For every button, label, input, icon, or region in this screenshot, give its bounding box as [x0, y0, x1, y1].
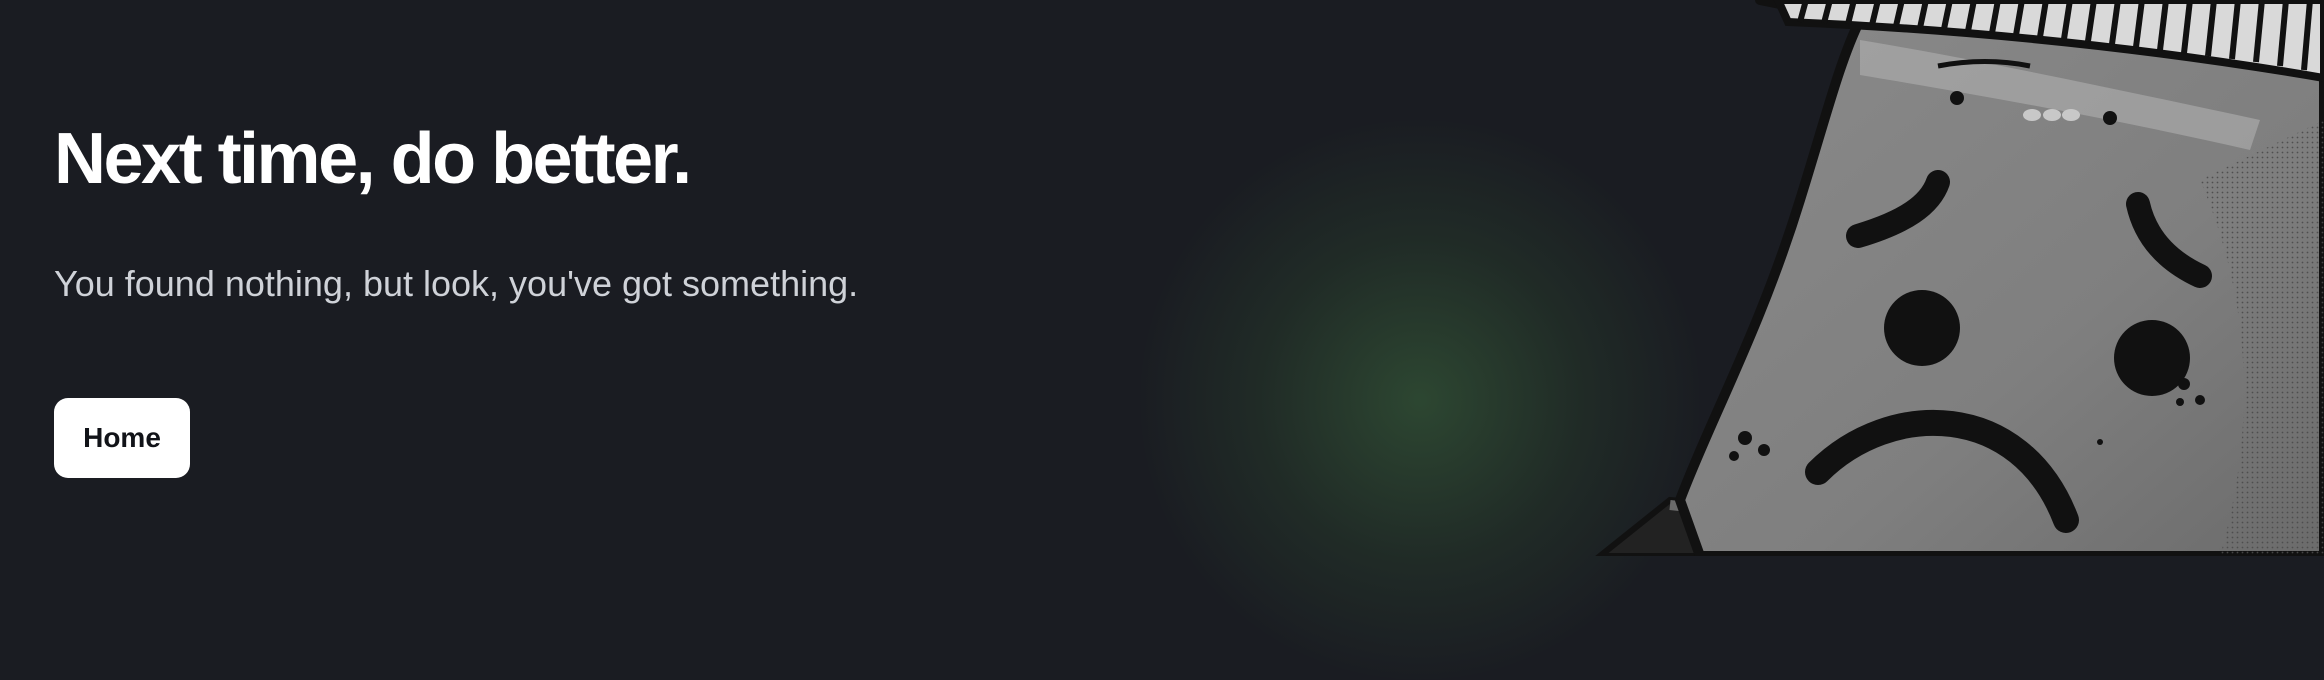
not-found-content: Next time, do better. You found nothing,… [54, 0, 1054, 556]
home-button[interactable]: Home [54, 398, 190, 478]
sad-face-mascot-icon [1560, 0, 2324, 561]
page-title: Next time, do better. [54, 119, 692, 199]
page-subtitle: You found nothing, but look, you've got … [54, 263, 859, 304]
